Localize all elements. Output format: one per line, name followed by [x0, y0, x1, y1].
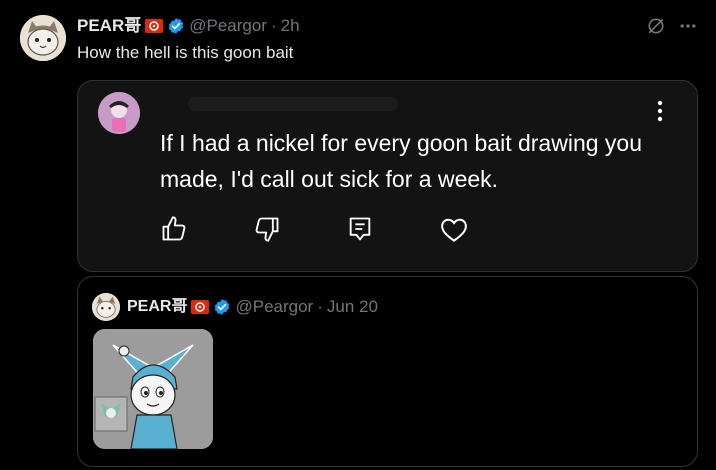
separator: · [270, 16, 277, 35]
verified-icon [167, 17, 185, 35]
screenshot-actions [160, 215, 532, 247]
grok-icon[interactable] [646, 16, 666, 41]
card-avatar [98, 92, 140, 134]
quoted-tweet-header: PEAR哥 @Peargor · Jun 20 [92, 293, 378, 321]
separator: · [317, 297, 323, 316]
redacted-header [188, 97, 398, 111]
quoted-author-name: PEAR哥 [127, 298, 188, 315]
author-handle[interactable]: @Peargor [189, 15, 267, 37]
thumbs-up-icon [160, 215, 253, 247]
quoted-image-thumbnail[interactable] [93, 329, 213, 449]
comment-icon [346, 215, 439, 247]
more-icon[interactable] [678, 16, 698, 41]
vertical-more-icon[interactable] [657, 100, 663, 127]
timestamp[interactable]: 2h [281, 15, 300, 37]
tweet: PEAR哥 @Peargor · 2h How the hell is this… [0, 0, 716, 470]
verified-icon [213, 298, 231, 316]
quoted-author-handle: @Peargor [235, 297, 314, 316]
screenshot-comment-text: If I had a nickel for every goon bait dr… [160, 130, 643, 192]
attached-screenshot[interactable]: If I had a nickel for every goon bait dr… [77, 80, 698, 272]
quoted-author-avatar [92, 293, 120, 321]
author-name[interactable]: PEAR哥 [77, 15, 141, 37]
header-actions [646, 16, 698, 41]
quoted-tweet[interactable]: PEAR哥 @Peargor · Jun 20 [77, 276, 698, 467]
hong-kong-flag-icon [191, 300, 210, 314]
tweet-text: How the hell is this goon bait [77, 43, 294, 62]
thumbs-down-icon [253, 215, 346, 247]
author-avatar[interactable] [20, 15, 66, 61]
heart-icon [439, 215, 532, 247]
tweet-header: PEAR哥 @Peargor · 2h [77, 15, 300, 37]
hong-kong-flag-icon [145, 19, 164, 33]
quoted-date: Jun 20 [326, 297, 378, 316]
